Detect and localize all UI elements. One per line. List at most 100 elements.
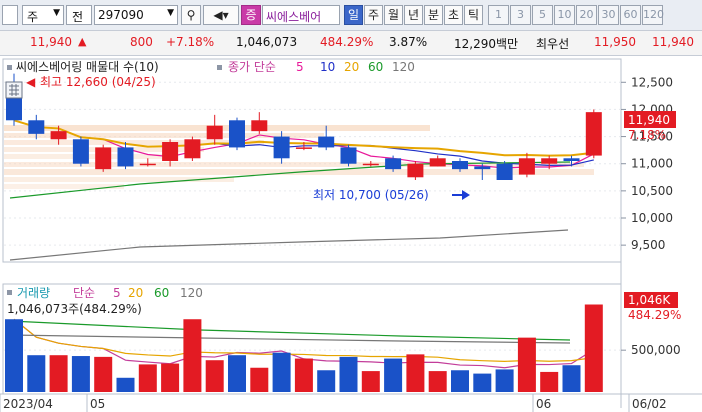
period-button[interactable]: 분	[424, 5, 443, 25]
link-checkbox[interactable]	[2, 5, 18, 25]
price-tick-label: 12,500	[631, 75, 673, 89]
candle	[229, 117, 245, 151]
candle	[95, 144, 112, 172]
stock-badge[interactable]: 증	[241, 5, 261, 25]
volume-bar	[161, 363, 180, 392]
last-pct-tag: 7.18%	[628, 128, 666, 142]
price-tick-label: 10,000	[631, 211, 673, 225]
period-button[interactable]: 주	[364, 5, 383, 25]
stock-name: 씨에스베어	[266, 10, 322, 24]
ma-legend-item: 60	[368, 60, 383, 74]
x-axis-label: 2023/04	[3, 397, 53, 411]
volume-bar	[562, 365, 581, 392]
candle	[184, 136, 201, 161]
volume-bar	[406, 354, 425, 392]
best-bid: 11,940	[652, 35, 694, 49]
candle	[496, 161, 513, 180]
stock-chart[interactable]: 12,50012,00011,50011,00010,50010,0009,50…	[0, 56, 702, 412]
sound-button[interactable]: ◀▾	[203, 5, 239, 25]
current-price: 11,940	[30, 35, 72, 49]
interval-button[interactable]: 1	[488, 5, 509, 25]
last-volume-pct-tag: 484.29%	[628, 308, 681, 322]
x-axis-label: 06/02	[632, 397, 667, 411]
volume-bar	[451, 370, 469, 392]
ma-legend-item: 10	[320, 60, 335, 74]
volume-bar	[517, 337, 536, 392]
volume-ma-legend-item: 20	[128, 286, 143, 300]
best-ask-label: 최우선	[536, 37, 570, 51]
volume-bar	[294, 358, 313, 392]
search-button[interactable]: ⚲	[181, 5, 201, 25]
volume-bar	[138, 364, 157, 392]
candle	[72, 136, 89, 167]
interval-button[interactable]: 3	[510, 5, 531, 25]
stock-name-field[interactable]: 씨에스베어	[262, 5, 340, 25]
search-icon: ⚲	[186, 8, 196, 22]
period-button[interactable]: 초	[444, 5, 463, 25]
interval-button[interactable]: 20	[576, 5, 597, 25]
x-axis: 2023/04 05 06 06/02	[0, 394, 667, 412]
volume-bar	[5, 319, 23, 392]
arrow-left-icon: ◀	[26, 75, 36, 89]
last-price-tag: 11,940	[628, 113, 670, 127]
interval-button[interactable]: 60	[620, 5, 641, 25]
volume-bar	[428, 371, 447, 392]
period-button[interactable]: 월	[384, 5, 403, 25]
volume-bar	[250, 367, 269, 392]
volume-bar	[27, 355, 46, 392]
volume-bar	[116, 377, 135, 392]
candle	[407, 161, 424, 180]
turnover: 3.87%	[389, 35, 428, 49]
last-volume-tag: 1,046K	[628, 293, 671, 307]
volume-bar	[584, 304, 603, 392]
volume-bar	[94, 356, 113, 392]
volume-bar	[361, 371, 380, 392]
x-axis-label: 06	[536, 397, 551, 411]
price-change: 800	[130, 35, 153, 49]
volume-tick-label: 500,000	[631, 343, 681, 357]
period-button[interactable]: 년	[404, 5, 423, 25]
volume-bar	[495, 369, 514, 392]
trade-amount: 12,290백만	[454, 37, 519, 51]
interval-button[interactable]: 5	[532, 5, 553, 25]
volume-ma-legend-item: 5	[113, 286, 121, 300]
interval-button[interactable]: 30	[598, 5, 619, 25]
market-select[interactable]: 주 ▼	[22, 5, 64, 25]
volume: 1,046,073	[236, 35, 298, 49]
volume-panel-title: 거래량	[17, 286, 50, 300]
toolbar: 주 ▼ 전 297090 ▼ ⚲ ◀▾ 증 씨에스베어 일주월년분초틱 1351…	[0, 0, 702, 31]
panel-icon	[7, 65, 12, 70]
price-change-pct: +7.18%	[166, 35, 215, 49]
volume-bar	[540, 371, 559, 392]
volume-bar	[228, 355, 246, 392]
volume-bar	[339, 356, 358, 392]
price-tick-label: 11,000	[631, 157, 673, 171]
speaker-icon: ◀▾	[213, 8, 229, 22]
chevron-down-icon: ▼	[53, 8, 60, 18]
candle	[585, 109, 602, 159]
volume-current: 1,046,073주(484.29%)	[7, 302, 142, 316]
volume-ma-legend-item: 60	[154, 286, 169, 300]
panel-icon	[217, 65, 222, 70]
period-type-select[interactable]: 전	[66, 5, 92, 25]
interval-button[interactable]: 120	[642, 5, 664, 25]
price-panel-title: 씨에스베어링 매물대 수(10)	[16, 60, 159, 74]
price-tick-label: 9,500	[631, 238, 665, 252]
code-input[interactable]: 297090 ▼	[94, 5, 178, 25]
volume-bar	[272, 352, 291, 392]
price-tick-label: 10,500	[631, 184, 673, 198]
quote-bar: 11,940 ▲ 800 +7.18% 1,046,073 484.29% 3.…	[0, 31, 702, 56]
interval-button[interactable]: 10	[554, 5, 575, 25]
volume-bar	[49, 355, 68, 392]
x-axis-label: 05	[90, 397, 105, 411]
best-ask: 11,950	[594, 35, 636, 49]
period-type-value: 전	[72, 10, 84, 24]
period-button[interactable]: 일	[344, 5, 363, 25]
up-arrow-icon: ▲	[78, 35, 87, 48]
period-button[interactable]: 틱	[464, 5, 483, 25]
volume-ratio: 484.29%	[320, 35, 374, 49]
ma-legend-item: 5	[296, 60, 304, 74]
candle	[340, 144, 357, 167]
volume-bar	[384, 358, 403, 392]
volume-bar	[183, 319, 202, 392]
